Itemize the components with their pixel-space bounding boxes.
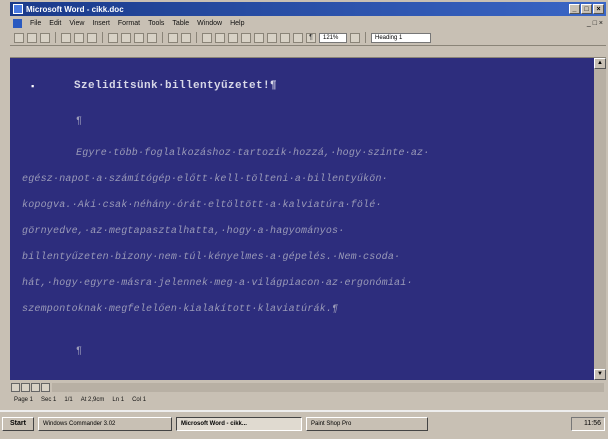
copy-icon[interactable] [121,32,131,43]
paragraph-line: görnyedve,·az·megtapasztalhatta,·hogy·a·… [22,226,345,237]
scroll-down-icon[interactable]: ▼ [594,369,606,380]
menu-help[interactable]: Help [230,20,244,27]
print-icon[interactable] [61,32,71,43]
redo-icon[interactable] [181,32,191,43]
taskbar: Start Windows Commander 3.02 Microsoft W… [0,410,608,439]
status-page: Page 1 [14,397,34,403]
paragraph-line: Egyre·több·foglalkozáshoz·tartozik·hozzá… [76,148,430,159]
office-assistant-icon[interactable] [350,32,360,43]
ruler[interactable] [10,47,606,58]
document-icon[interactable] [13,18,22,28]
screen: Microsoft Word - cikk.doc _ □ × File Edi… [0,0,608,439]
paragraph-line: egész·napot·a·számítógép·előtt·kell·tölt… [22,174,388,185]
start-button[interactable]: Start [2,417,34,431]
format-painter-icon[interactable] [147,32,157,43]
word-icon [13,4,23,14]
bullet-mark: ▪ [30,82,36,92]
new-icon[interactable] [14,32,24,43]
insert-table-icon[interactable] [241,32,251,43]
horizontal-scrollbar [10,381,606,393]
status-at: At 2,9cm [80,397,105,403]
empty-paragraph-mark: ¶ [76,116,83,127]
zoom-select[interactable]: 121% [319,32,347,43]
web-layout-icon[interactable] [21,382,30,392]
open-icon[interactable] [27,32,37,43]
toolbar-divider [55,32,56,43]
outline-view-icon[interactable] [41,382,50,392]
document-heading: Szelidítsünk·billentyűzetet!¶ [74,80,278,92]
show-hide-icon[interactable]: ¶ [306,32,316,43]
undo-icon[interactable] [168,32,178,43]
window-title: Microsoft Word - cikk.doc [26,4,124,14]
status-bar: Page 1 Sec 1 1/1 At 2,9cm Ln 1 Col 1 [10,394,606,406]
standard-toolbar: ¶ 121% Heading 1 [10,30,606,46]
document-map-icon[interactable] [293,32,303,43]
document-controls[interactable]: _ □ × [587,20,603,27]
paragraph-line: szempontoknak·megfelelően·kialakított·kl… [22,304,339,315]
menu-window[interactable]: Window [197,20,222,27]
task-windows-commander[interactable]: Windows Commander 3.02 [38,417,172,431]
window-controls: _ □ × [569,4,604,14]
toolbar-divider [365,32,366,43]
clock: 11:56 [571,417,605,431]
paragraph-line: hát,·hogy·egyre·másra·jelennek·meg·a·vil… [22,278,413,289]
spelling-icon[interactable] [87,32,97,43]
menu-edit[interactable]: Edit [49,20,61,27]
toolbar-divider [196,32,197,43]
tables-borders-icon[interactable] [228,32,238,43]
horizontal-scroll-track[interactable] [52,382,604,392]
menu-insert[interactable]: Insert [92,20,110,27]
menu-format[interactable]: Format [118,20,140,27]
title-bar: Microsoft Word - cikk.doc _ □ × [10,2,606,16]
status-count: 1/1 [64,397,73,403]
normal-view-icon[interactable] [11,382,20,392]
menu-bar: File Edit View Insert Format Tools Table… [10,17,606,29]
toolbar-divider [162,32,163,43]
save-icon[interactable] [40,32,50,43]
scroll-up-icon[interactable]: ▲ [594,58,606,69]
paste-icon[interactable] [134,32,144,43]
cut-icon[interactable] [108,32,118,43]
toolbar-divider [102,32,103,43]
hyperlink-icon[interactable] [202,32,212,43]
print-preview-icon[interactable] [74,32,84,43]
paragraph-line: billentyűzeten·bizony·nem·túl·kényelmes·… [22,252,401,263]
task-paint-shop-pro[interactable]: Paint Shop Pro [306,417,428,431]
drawing-icon[interactable] [280,32,290,43]
minimize-button[interactable]: _ [569,4,580,14]
insert-excel-icon[interactable] [254,32,264,43]
vertical-scrollbar[interactable]: ▲ ▼ [594,58,606,380]
menu-table[interactable]: Table [172,20,189,27]
menu-view[interactable]: View [69,20,84,27]
paragraph-line: kopogva.·Aki·csak·néhány·órát·eltöltött·… [22,200,382,211]
print-layout-icon[interactable] [31,382,40,392]
task-word[interactable]: Microsoft Word - cikk... [176,417,302,431]
trailing-paragraph-mark: ¶ [76,346,83,357]
web-toolbar-icon[interactable] [215,32,225,43]
status-section: Sec 1 [41,397,57,403]
style-select[interactable]: Heading 1 [371,32,431,43]
status-column: Col 1 [132,397,147,403]
menu-tools[interactable]: Tools [148,20,164,27]
status-line: Ln 1 [112,397,125,403]
maximize-button[interactable]: □ [581,4,592,14]
document-area[interactable]: ▪ Szelidítsünk·billentyűzetet!¶ ¶ Egyre·… [10,58,594,380]
close-button[interactable]: × [593,4,604,14]
menu-file[interactable]: File [30,20,41,27]
columns-icon[interactable] [267,32,277,43]
